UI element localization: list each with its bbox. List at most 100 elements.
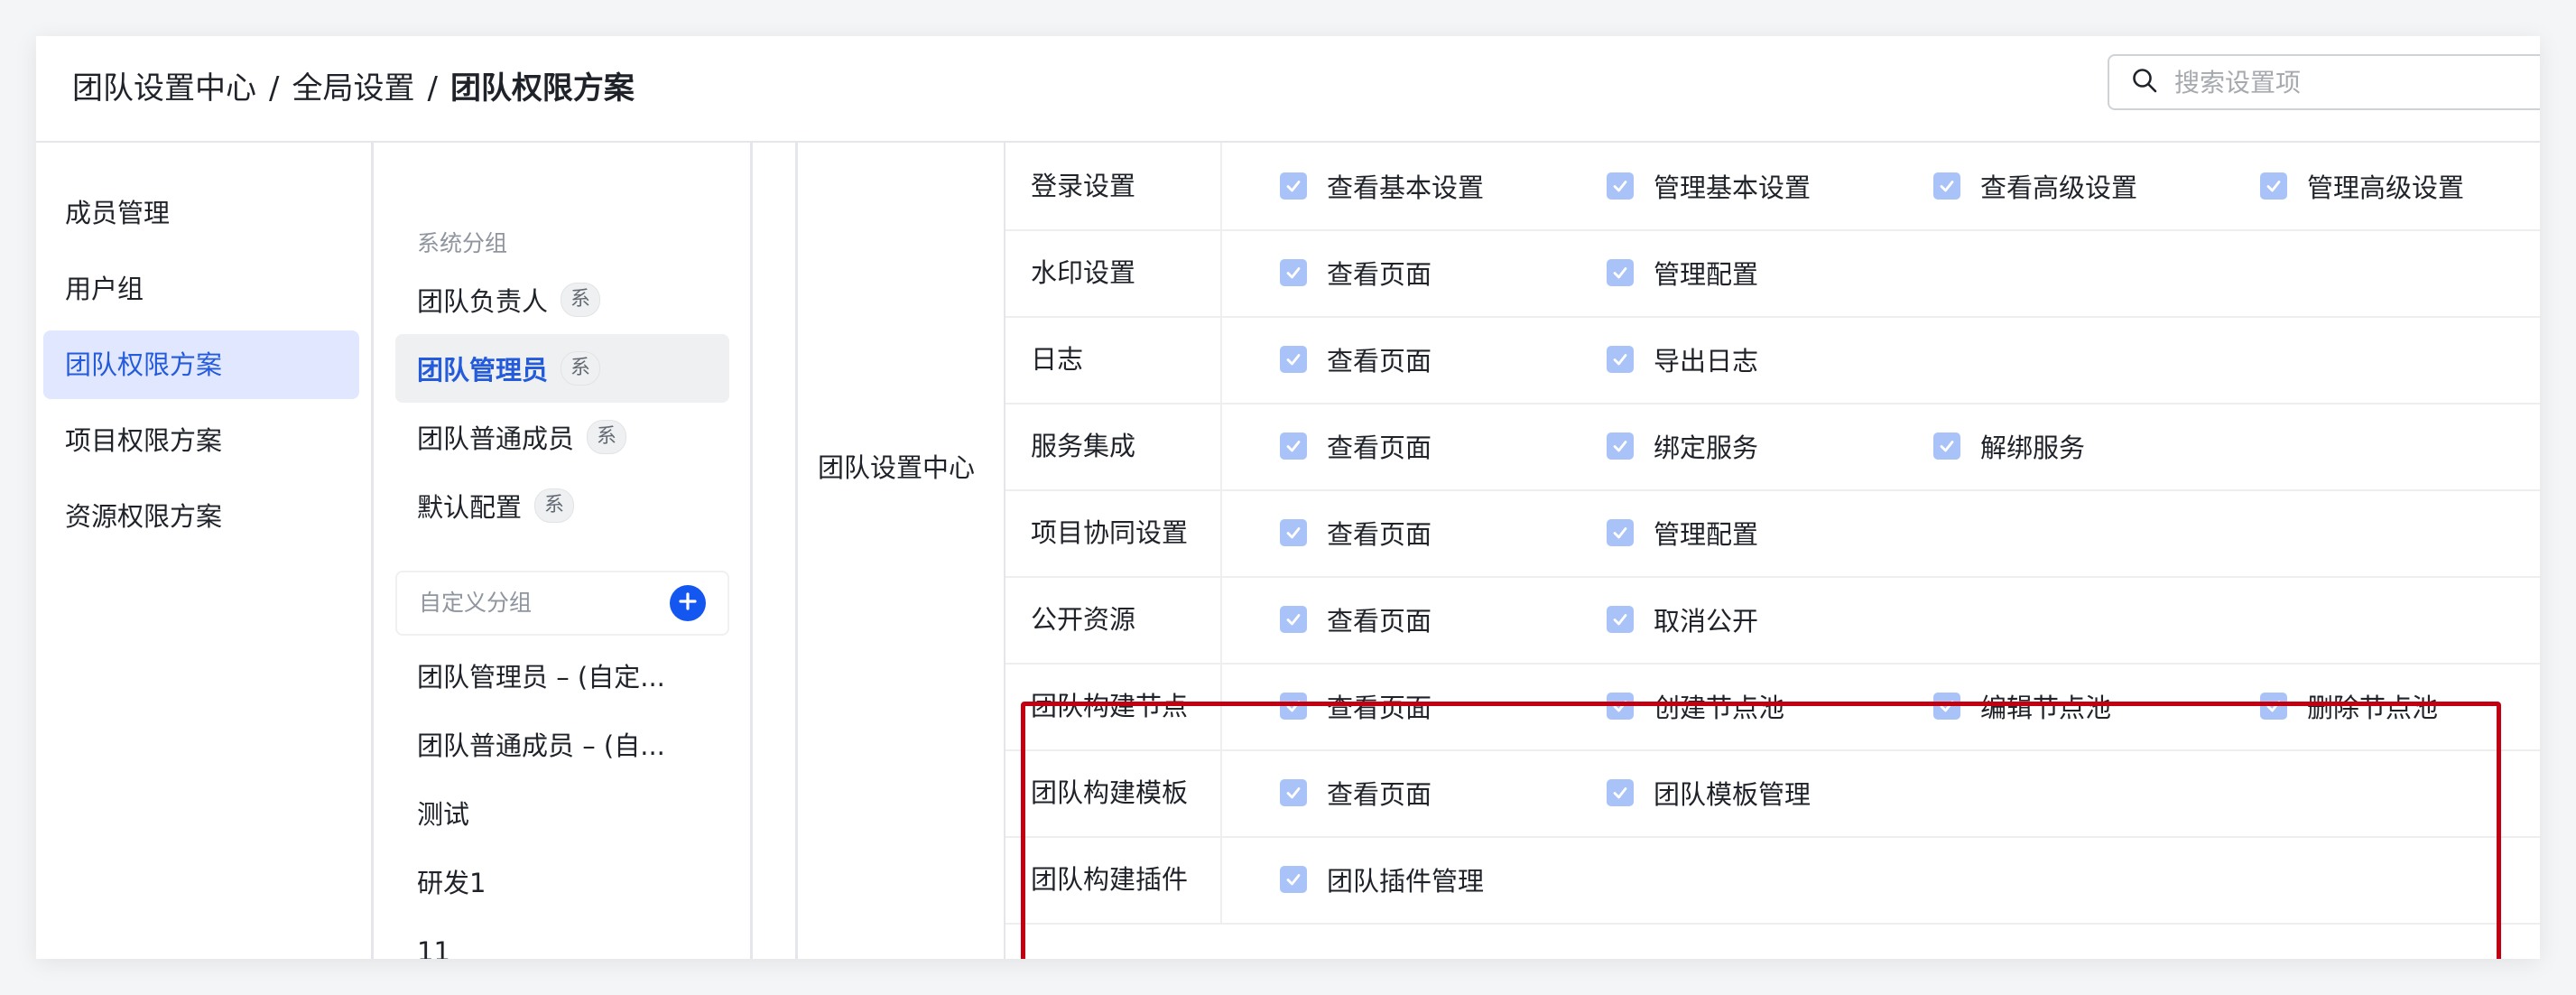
page-header: 团队设置中心 / 全局设置 / 团队权限方案 [36, 36, 2540, 143]
permission-label: 查看页面 [1327, 606, 1432, 637]
permission-label: 管理高级设置 [2307, 172, 2465, 203]
permission-checkbox[interactable]: 取消公开 [1607, 576, 1758, 663]
checkmark-icon [1280, 172, 1307, 200]
checkmark-icon [1607, 779, 1634, 806]
role-item-default-config[interactable]: 默认配置 系 [395, 471, 729, 540]
checkmark-icon [1280, 693, 1307, 720]
settings-nav: 成员管理 用户组 团队权限方案 项目权限方案 资源权限方案 [36, 143, 374, 959]
column-divider [1220, 229, 1222, 316]
column-divider [1220, 576, 1222, 663]
permission-checkbox[interactable]: 管理配置 [1607, 489, 1758, 576]
system-tag-badge: 系 [561, 351, 601, 386]
search-input[interactable] [2173, 66, 2537, 98]
permission-checkbox[interactable]: 绑定服务 [1607, 403, 1758, 489]
permission-row-name: 水印设置 [1031, 257, 1136, 288]
nav-item-project-permission-scheme[interactable]: 项目权限方案 [43, 406, 359, 475]
permission-checkbox[interactable]: 查看页面 [1280, 576, 1432, 663]
app-window: 团队设置中心 / 全局设置 / 团队权限方案 成员管理 用户组 团队权限方案 [36, 36, 2540, 959]
permission-label: 查看页面 [1327, 519, 1432, 550]
column-divider [1220, 663, 1222, 749]
permission-checkbox[interactable]: 查看页面 [1280, 229, 1432, 316]
permission-label: 取消公开 [1654, 606, 1759, 637]
role-item-team-admin[interactable]: 团队管理员 系 [395, 334, 729, 403]
permission-checkbox[interactable]: 团队插件管理 [1280, 836, 1484, 923]
permission-checkbox[interactable]: 导出日志 [1607, 316, 1758, 403]
module-name: 团队设置中心 [818, 452, 976, 483]
permission-row-name: 登录设置 [1031, 171, 1136, 201]
permission-checkbox[interactable]: 管理配置 [1607, 229, 1758, 316]
permission-checkbox[interactable]: 解绑服务 [1933, 403, 2085, 489]
permission-label: 管理配置 [1654, 259, 1759, 290]
permission-label: 管理基本设置 [1654, 172, 1812, 203]
permission-label: 团队插件管理 [1327, 866, 1485, 897]
nav-item-member-management[interactable]: 成员管理 [43, 179, 359, 247]
permission-label: 导出日志 [1654, 346, 1759, 377]
permission-label: 编辑节点池 [1980, 693, 2112, 723]
permission-row: 水印设置 查看页面 管理配置 [1005, 229, 2540, 318]
permission-label: 查看页面 [1327, 259, 1432, 290]
permission-checkbox[interactable]: 创建节点池 [1607, 663, 1784, 749]
role-item-team-owner[interactable]: 团队负责人 系 [395, 265, 729, 334]
nav-item-label: 资源权限方案 [65, 501, 223, 532]
checkmark-icon [1607, 519, 1634, 546]
checkmark-icon [1280, 259, 1307, 286]
permission-checkbox[interactable]: 查看高级设置 [1933, 143, 2137, 229]
breadcrumb-level-2[interactable]: 全局设置 [292, 63, 414, 114]
permission-checkbox[interactable]: 查看基本设置 [1280, 143, 1484, 229]
permission-checkbox[interactable]: 编辑节点池 [1933, 663, 2111, 749]
nav-item-user-group[interactable]: 用户组 [43, 255, 359, 323]
custom-role-item[interactable]: 11 [417, 934, 688, 959]
permission-checkbox[interactable]: 删除节点池 [2260, 663, 2438, 749]
permission-checkbox[interactable]: 查看页面 [1280, 663, 1432, 749]
system-group-title: 系统分组 [417, 230, 508, 256]
checkmark-icon [1933, 432, 1960, 460]
custom-role-item[interactable]: 测试 [417, 796, 688, 832]
module-column: 团队设置中心 [798, 143, 1005, 959]
column-divider [1220, 403, 1222, 489]
permission-checkbox[interactable]: 查看页面 [1280, 749, 1432, 836]
column-divider [1220, 489, 1222, 576]
breadcrumb-separator: / [427, 70, 438, 107]
permission-row-name: 日志 [1031, 344, 1084, 375]
search-box[interactable] [2108, 54, 2540, 110]
permission-checkbox[interactable]: 查看页面 [1280, 316, 1432, 403]
permission-checkbox[interactable]: 管理高级设置 [2260, 143, 2464, 229]
permission-checkbox[interactable]: 团队模板管理 [1607, 749, 1811, 836]
nav-item-team-permission-scheme[interactable]: 团队权限方案 [43, 330, 359, 399]
permission-label: 查看页面 [1327, 779, 1432, 810]
add-custom-group-button[interactable] [670, 585, 706, 621]
checkmark-icon [1607, 693, 1634, 720]
role-label: 团队负责人 [417, 286, 549, 317]
custom-role-item[interactable]: 团队管理员 – (自定... [417, 659, 688, 695]
permission-label: 查看高级设置 [1980, 172, 2138, 203]
custom-role-item[interactable]: 团队普通成员 – (自... [417, 728, 688, 764]
permission-checkbox[interactable]: 管理基本设置 [1607, 143, 1811, 229]
system-tag-badge: 系 [561, 283, 601, 317]
permission-label: 团队模板管理 [1654, 779, 1812, 810]
checkmark-icon [1280, 346, 1307, 373]
permission-checkbox[interactable]: 查看页面 [1280, 403, 1432, 489]
column-divider [1220, 316, 1222, 403]
permission-label: 查看页面 [1327, 346, 1432, 377]
nav-item-label: 团队权限方案 [65, 349, 223, 380]
role-label: 团队普通成员 [417, 423, 575, 454]
breadcrumb-level-1[interactable]: 团队设置中心 [72, 63, 256, 114]
checkmark-icon [2260, 693, 2287, 720]
column-divider [1220, 836, 1222, 923]
checkmark-icon [2260, 172, 2287, 200]
custom-role-item[interactable]: 研发1 [417, 865, 688, 901]
permission-label: 查看页面 [1327, 693, 1432, 723]
permission-row-name: 团队构建模板 [1031, 777, 1189, 808]
nav-item-label: 项目权限方案 [65, 425, 223, 456]
column-divider [1220, 143, 1222, 229]
permission-label: 删除节点池 [2307, 693, 2439, 723]
permission-checkbox[interactable]: 查看页面 [1280, 489, 1432, 576]
nav-item-label: 用户组 [65, 274, 144, 304]
nav-item-resource-permission-scheme[interactable]: 资源权限方案 [43, 482, 359, 551]
tree-indent-column [753, 143, 798, 959]
permission-row: 登录设置 查看基本设置 管理基本设置 查看高级设置 管理高级设置 [1005, 143, 2540, 231]
role-item-team-member[interactable]: 团队普通成员 系 [395, 403, 729, 471]
role-label: 默认配置 [417, 492, 523, 523]
column-divider [1220, 749, 1222, 836]
permission-table: 登录设置 查看基本设置 管理基本设置 查看高级设置 管理高级设置 水印设置 查看… [1005, 143, 2540, 959]
